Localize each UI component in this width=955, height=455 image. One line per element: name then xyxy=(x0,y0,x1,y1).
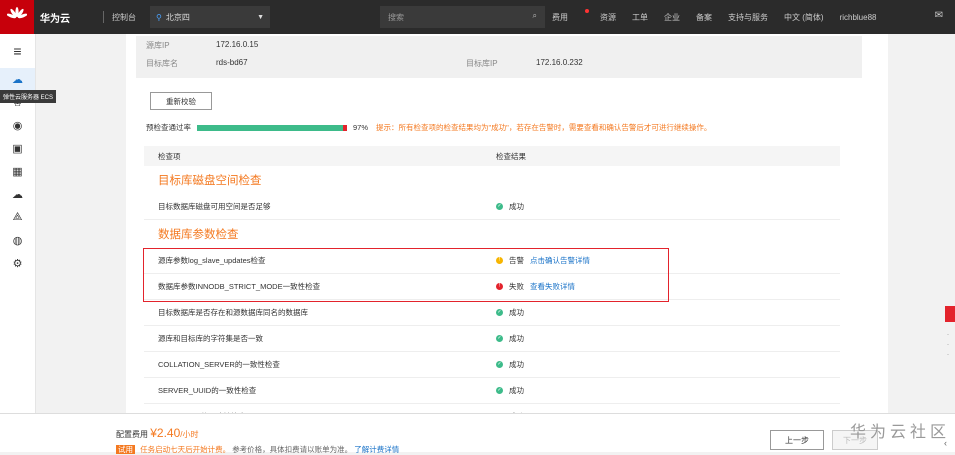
billing-start-note: 任务启动七天后开始计费。 xyxy=(140,445,231,454)
globe-icon[interactable]: ◍ xyxy=(0,229,35,252)
progress-label: 预检查通过率 xyxy=(146,123,191,132)
trial-badge: 试用 xyxy=(116,445,135,454)
table-row: 目标数据库是否存在和源数据库同名的数据库 ✓ 成功 xyxy=(144,300,840,326)
check-result: ✓ 成功 xyxy=(496,359,524,370)
search-placeholder: 搜索 xyxy=(388,13,404,22)
target-ip-label: 目标库IP xyxy=(466,59,498,68)
table-row: TIME_ZONE的一致性检查✓成功 xyxy=(144,404,840,413)
precheck-progress: 预检查通过率 97% 提示：所有检查项的检查结果均为"成功"，若存在告警时，需要… xyxy=(146,122,711,133)
source-ip-value: 172.16.0.15 xyxy=(216,40,259,49)
nav-language[interactable]: 中文 (简体) xyxy=(784,12,824,23)
cloud-server-icon[interactable]: ☁ xyxy=(0,68,35,91)
check-item: COLLATION_SERVER的一致性检查 xyxy=(158,360,280,369)
table-row: 源库和目标库的字符集是否一致 ✓ 成功 xyxy=(144,326,840,352)
settings-icon[interactable]: ⚙ xyxy=(0,252,35,275)
divider xyxy=(103,11,104,23)
nav-enterprise[interactable]: 企业 xyxy=(664,12,680,23)
menu-icon[interactable]: ≡ xyxy=(0,34,35,68)
nav-filing[interactable]: 备案 xyxy=(696,12,712,23)
success-icon: ✓ xyxy=(496,361,503,368)
location-pin-icon: ⚲ xyxy=(156,12,162,22)
previous-step-button[interactable]: 上一步 xyxy=(770,430,824,450)
document-icon[interactable]: ▣ xyxy=(0,137,35,160)
progress-bar xyxy=(197,124,347,131)
check-item: 源库和目标库的字符集是否一致 xyxy=(158,334,263,343)
target-ip-value: 172.16.0.232 xyxy=(536,58,583,67)
section-title: 数据库参数检查 xyxy=(158,229,239,241)
source-ip-label: 源库IP xyxy=(146,41,170,50)
top-bar: 华为云 控制台 ⚲ 北京四 ▼ 搜索 ⌕ 费用 资源 工单 企业 备案 支持与服… xyxy=(0,0,955,34)
check-result: ✓ 成功 xyxy=(496,201,524,212)
header-check-item: 检查项 xyxy=(158,151,181,161)
table-row: 目标数据库磁盘可用空间是否足够 ✓ 成功 xyxy=(144,194,840,220)
progress-fill xyxy=(197,124,343,131)
nav-fees[interactable]: 费用 xyxy=(552,8,589,23)
check-item: 目标数据库磁盘可用空间是否足够 xyxy=(158,202,271,211)
result-text: 成功 xyxy=(509,360,524,369)
nav-fees-label: 费用 xyxy=(552,12,568,22)
progress-tip: 提示：所有检查项的检查结果均为"成功"，若存在告警时，需要查看和确认告警后才可进… xyxy=(376,123,712,132)
check-item: 目标数据库是否存在和源数据库同名的数据库 xyxy=(158,308,308,317)
footer-bar: 配置费用 ¥2.40/小时 试用 任务启动七天后开始计费。 参考价格，具体扣费请… xyxy=(0,413,955,455)
main-content: 源库IP 172.16.0.15 目标库名 rds-bd67 目标库IP 172.16… xyxy=(126,34,888,413)
connection-info: 源库IP 172.16.0.15 目标库名 rds-bd67 目标库IP 172.16… xyxy=(136,36,862,78)
watermark: 华为云社区 xyxy=(850,424,951,441)
result-text: 成功 xyxy=(509,202,524,211)
table-row: SERVER_UUID的一致性检查 ✓ 成功 xyxy=(144,378,840,404)
table-header: 检查项 检查结果 xyxy=(144,146,840,166)
check-item: SERVER_UUID的一致性检查 xyxy=(158,386,257,395)
top-nav: 费用 资源 工单 企业 备案 支持与服务 中文 (简体) richblue88 xyxy=(552,0,892,34)
chip-icon[interactable]: ▦ xyxy=(0,160,35,183)
huawei-logo-icon[interactable] xyxy=(0,0,34,34)
sidebar-tooltip: 弹性云服务器 ECS xyxy=(0,90,57,103)
side-panel-edge: · · · xyxy=(947,332,949,358)
nav-support[interactable]: 支持与服务 xyxy=(728,12,768,23)
nav-tickets[interactable]: 工单 xyxy=(632,12,648,23)
header-check-result: 检查结果 xyxy=(496,151,526,161)
fee-label: 配置费用 xyxy=(116,430,148,439)
result-text: 成功 xyxy=(509,308,524,317)
fee-unit: /小时 xyxy=(180,430,199,439)
target-name-label: 目标库名 xyxy=(146,59,178,68)
result-text: 成功 xyxy=(509,386,524,395)
success-icon: ✓ xyxy=(496,203,503,210)
chevron-down-icon: ▼ xyxy=(257,13,264,21)
progress-percent: 97% xyxy=(353,123,369,132)
search-input[interactable]: 搜索 ⌕ xyxy=(380,6,545,28)
success-icon: ✓ xyxy=(496,309,503,316)
fee-summary: 配置费用 ¥2.40/小时 xyxy=(116,426,199,440)
search-icon[interactable]: ⌕ xyxy=(533,11,537,21)
progress-fail-segment xyxy=(343,124,347,131)
fee-price: ¥2.40 xyxy=(150,426,181,440)
check-result: ✓ 成功 xyxy=(496,307,524,318)
network-icon[interactable]: ⟁ xyxy=(0,206,35,229)
result-text: 成功 xyxy=(509,334,524,343)
success-icon: ✓ xyxy=(496,335,503,342)
billing-details-link[interactable]: 了解计费详情 xyxy=(354,445,399,454)
mail-icon[interactable]: ✉ xyxy=(935,10,943,21)
success-icon: ✓ xyxy=(496,387,503,394)
check-result: ✓ 成功 xyxy=(496,333,524,344)
table-row: COLLATION_SERVER的一致性检查 ✓ 成功 xyxy=(144,352,840,378)
check-result: ✓ 成功 xyxy=(496,385,524,396)
recheck-button[interactable]: 重新校验 xyxy=(150,92,212,110)
feedback-tab[interactable] xyxy=(945,306,955,322)
section-title: 目标库磁盘空间检查 xyxy=(158,175,262,187)
region-label: 北京四 xyxy=(165,12,190,22)
database-icon[interactable]: ◉ xyxy=(0,114,35,137)
notification-dot xyxy=(585,8,589,13)
region-selector[interactable]: ⚲ 北京四 ▼ xyxy=(150,6,270,28)
nav-username[interactable]: richblue88 xyxy=(840,13,877,22)
collapse-arrow-icon[interactable]: ‹ xyxy=(944,438,947,448)
cloud-icon[interactable]: ☁ xyxy=(0,183,35,206)
console-link[interactable]: 控制台 xyxy=(112,12,136,23)
target-name-value: rds-bd67 xyxy=(216,58,248,67)
brand-name[interactable]: 华为云 xyxy=(40,10,95,25)
nav-resources[interactable]: 资源 xyxy=(600,12,616,23)
billing-note: 试用 任务启动七天后开始计费。 参考价格，具体扣费请以账单为准。 了解计费详情 xyxy=(116,444,399,455)
highlight-box xyxy=(143,248,669,302)
billing-reference-note: 参考价格，具体扣费请以账单为准。 xyxy=(232,445,353,454)
